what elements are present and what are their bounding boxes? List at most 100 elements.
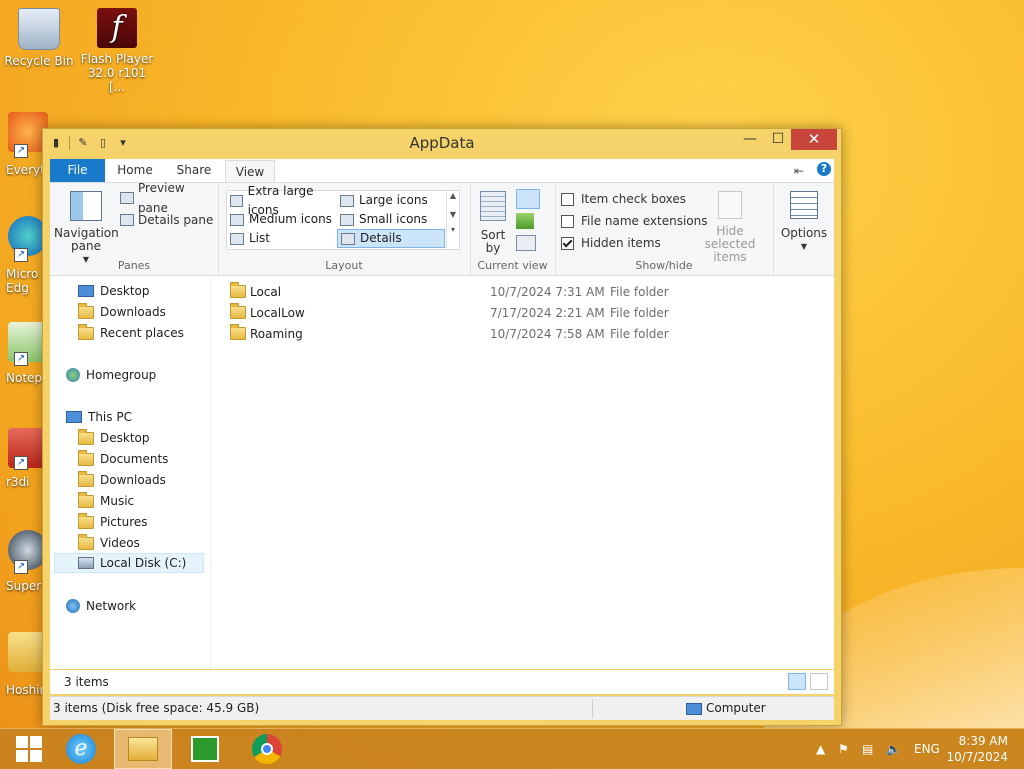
file-name: Local bbox=[250, 285, 282, 299]
taskbar-file-explorer[interactable] bbox=[114, 729, 172, 769]
group-by-icon[interactable] bbox=[516, 189, 540, 209]
list-item[interactable]: Roaming 10/7/2024 7:58 AM File folder bbox=[228, 324, 828, 344]
close-button[interactable]: ✕ bbox=[791, 129, 837, 150]
taskbar-store[interactable] bbox=[176, 729, 234, 769]
hidden-items-checkbox[interactable]: Hidden items bbox=[561, 236, 661, 250]
shortcut-arrow-icon: ↗ bbox=[14, 248, 28, 262]
navigation-pane-icon bbox=[70, 191, 102, 221]
tab-view[interactable]: View bbox=[225, 160, 275, 183]
details-pane-button[interactable]: Details pane bbox=[120, 210, 213, 230]
nav-item-local-disk[interactable]: Local Disk (C:) bbox=[54, 553, 204, 573]
chevron-up-icon[interactable]: ▲ bbox=[447, 191, 459, 200]
file-date: 10/7/2024 7:31 AM bbox=[490, 285, 605, 299]
layout-label: Medium icons bbox=[249, 212, 332, 226]
tab-file[interactable]: File bbox=[50, 159, 105, 182]
ribbon-group-layout: Extra large icons Large icons Medium ico… bbox=[218, 183, 471, 275]
details-icon bbox=[341, 232, 355, 245]
local-disk-icon bbox=[78, 557, 94, 569]
documents-icon bbox=[78, 449, 94, 466]
help-icon[interactable]: ? bbox=[817, 162, 831, 176]
layout-extra-large-icons[interactable]: Extra large icons bbox=[227, 184, 337, 217]
nav-item-this-pc[interactable]: This PC bbox=[66, 407, 132, 427]
hide-selected-items-button[interactable]: Hide selected items bbox=[691, 191, 769, 264]
details-view-button[interactable] bbox=[788, 673, 806, 690]
explorer-window[interactable]: ▮ ✎ ▯ ▾ AppData — ☐ ✕ File Home Share Vi… bbox=[42, 128, 842, 726]
action-center-icon[interactable]: ⚑ bbox=[838, 729, 849, 769]
nav-label: Desktop bbox=[100, 284, 150, 298]
layout-medium-icons[interactable]: Medium icons bbox=[227, 210, 337, 229]
minimize-button[interactable]: — bbox=[735, 129, 765, 150]
volume-muted-icon[interactable]: 🔈 bbox=[886, 729, 901, 769]
navigation-pane[interactable]: Desktop Downloads Recent places Homegrou… bbox=[50, 276, 211, 669]
group-label: Show/hide bbox=[635, 259, 693, 272]
nav-item-recent-places[interactable]: Recent places bbox=[78, 323, 184, 343]
videos-icon bbox=[78, 533, 94, 550]
start-button[interactable] bbox=[0, 729, 58, 769]
checkbox-box bbox=[561, 192, 574, 206]
nav-item-desktop[interactable]: Desktop bbox=[78, 281, 150, 301]
checkbox-box bbox=[561, 214, 574, 228]
layout-details[interactable]: Details bbox=[337, 229, 445, 248]
expand-ribbon-icon[interactable]: ⇤ bbox=[794, 164, 804, 178]
add-columns-icon[interactable] bbox=[516, 213, 534, 229]
network-status-icon[interactable]: ▤ bbox=[862, 729, 873, 769]
file-name-extensions-checkbox[interactable]: File name extensions bbox=[561, 214, 708, 228]
desktop-icon-recycle-bin[interactable]: Recycle Bin bbox=[0, 8, 78, 68]
size-columns-icon[interactable] bbox=[516, 235, 536, 251]
navigation-pane-button[interactable]: Navigation pane ▼ bbox=[54, 191, 119, 266]
nav-item-videos[interactable]: Videos bbox=[78, 533, 140, 553]
ribbon-group-options: Options ▼ bbox=[773, 183, 834, 275]
nav-item-music[interactable]: Music bbox=[78, 491, 134, 511]
language-indicator[interactable]: ENG bbox=[914, 729, 940, 769]
title-bar[interactable]: ▮ ✎ ▯ ▾ AppData — ☐ ✕ bbox=[43, 129, 841, 157]
folder-icon bbox=[78, 428, 94, 445]
pictures-icon bbox=[78, 512, 94, 529]
nav-item-network[interactable]: Network bbox=[66, 596, 136, 616]
checkbox-label: Hidden items bbox=[581, 236, 661, 250]
large-icons-view-button[interactable] bbox=[810, 673, 828, 690]
nav-item-pc-desktop[interactable]: Desktop bbox=[78, 428, 150, 448]
list-item[interactable]: Local 10/7/2024 7:31 AM File folder bbox=[228, 282, 828, 302]
nav-item-pictures[interactable]: Pictures bbox=[78, 512, 148, 532]
network-icon bbox=[66, 599, 80, 613]
layout-list[interactable]: List bbox=[227, 229, 337, 248]
status-bar: 3 items bbox=[50, 670, 834, 694]
layout-gallery: Extra large icons Large icons Medium ico… bbox=[226, 184, 460, 250]
layout-large-icons[interactable]: Large icons bbox=[337, 191, 445, 210]
preview-pane-button[interactable]: Preview pane bbox=[120, 181, 218, 215]
layout-gallery-scroll[interactable]: ▲ ▼ ▾ bbox=[446, 191, 459, 249]
start-icon bbox=[16, 736, 42, 762]
clock[interactable]: 8:39 AM 10/7/2024 bbox=[946, 733, 1008, 765]
computer-icon bbox=[66, 411, 82, 423]
ribbon-group-panes: Navigation pane ▼ Preview pane Details p… bbox=[50, 181, 219, 275]
nav-label: Pictures bbox=[100, 515, 148, 529]
explorer-body: Desktop Downloads Recent places Homegrou… bbox=[50, 276, 834, 669]
taskbar-chrome[interactable] bbox=[238, 729, 296, 769]
desktop-icon-flash-player[interactable]: f Flash Player 32.0 r101 [... bbox=[78, 8, 156, 94]
nav-item-downloads[interactable]: Downloads bbox=[78, 302, 166, 322]
sort-by-button[interactable]: Sort by bbox=[476, 191, 510, 255]
shortcut-arrow-icon: ↗ bbox=[14, 144, 28, 158]
group-label: Panes bbox=[117, 259, 151, 272]
item-check-boxes-checkbox[interactable]: Item check boxes bbox=[561, 192, 686, 206]
list-item[interactable]: LocalLow 7/17/2024 2:21 AM File folder bbox=[228, 303, 828, 323]
nav-item-homegroup[interactable]: Homegroup bbox=[66, 365, 156, 385]
list-icon bbox=[230, 232, 244, 245]
checkbox-label: Item check boxes bbox=[581, 192, 687, 206]
file-list[interactable]: Local 10/7/2024 7:31 AM File folder Loca… bbox=[218, 276, 834, 669]
show-hidden-icons[interactable]: ▲ bbox=[816, 729, 825, 769]
chevron-down-icon: ▼ bbox=[800, 242, 808, 251]
layout-small-icons[interactable]: Small icons bbox=[337, 210, 445, 229]
taskbar-internet-explorer[interactable]: e bbox=[52, 729, 110, 769]
nav-item-pc-downloads[interactable]: Downloads bbox=[78, 470, 166, 490]
maximize-button[interactable]: ☐ bbox=[763, 129, 793, 150]
homegroup-icon bbox=[66, 368, 80, 382]
desktop-icon-label: r3di bbox=[6, 475, 30, 489]
options-button[interactable]: Options ▼ bbox=[777, 191, 831, 253]
gallery-more-icon[interactable]: ▾ bbox=[447, 225, 459, 234]
chevron-down-icon[interactable]: ▼ bbox=[447, 210, 459, 219]
desktop-icon-label: Notep bbox=[6, 371, 43, 385]
hide-selected-items-icon bbox=[718, 191, 742, 219]
nav-item-documents[interactable]: Documents bbox=[78, 449, 168, 469]
nav-label: Desktop bbox=[100, 431, 150, 445]
